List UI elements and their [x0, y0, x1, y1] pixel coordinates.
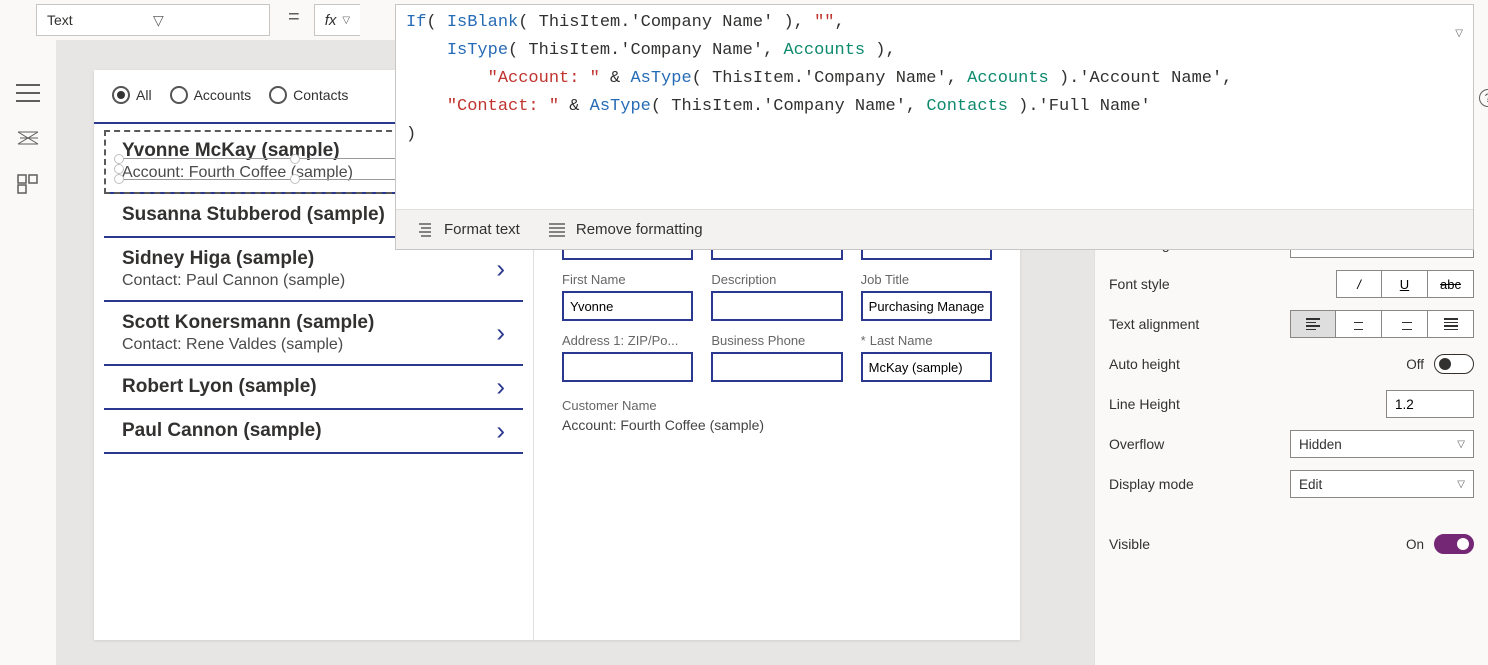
chevron-down-icon: ▽	[1457, 439, 1465, 450]
prop-lineheight-label: Line Height	[1109, 396, 1386, 412]
gallery-item-title: Paul Cannon (sample)	[122, 420, 515, 442]
prop-fontstyle-group: / U abc	[1336, 270, 1474, 298]
radio-icon	[112, 86, 130, 104]
strikethrough-button[interactable]: abc	[1428, 270, 1474, 298]
radio-icon	[170, 86, 188, 104]
remove-formatting-icon	[548, 223, 566, 237]
chevron-down-icon: ▽	[153, 12, 259, 29]
gallery-item-title: Scott Konersmann (sample)	[122, 312, 515, 334]
prop-overflow-select[interactable]: Hidden ▽	[1290, 430, 1474, 458]
fx-button[interactable]: fx ▽	[314, 4, 360, 36]
chevron-down-icon: ▽	[1457, 479, 1465, 490]
chevron-right-icon: ›	[496, 254, 505, 285]
form-field-input[interactable]	[711, 291, 842, 321]
form-field-input[interactable]	[562, 352, 693, 382]
customer-name-value: Account: Fourth Coffee (sample)	[562, 417, 992, 433]
form-field-label: First Name	[562, 272, 693, 287]
property-selector-value: Text	[47, 12, 153, 28]
filter-radio-contacts-label: Contacts	[293, 87, 348, 103]
form-field-label: Job Title	[861, 272, 992, 287]
prop-autoheight-label: Auto height	[1109, 356, 1406, 372]
align-left-button[interactable]	[1290, 310, 1336, 338]
filter-radio-all-label: All	[136, 87, 152, 103]
property-selector[interactable]: Text ▽	[36, 4, 270, 36]
components-icon[interactable]	[17, 174, 39, 194]
prop-textalign-label: Text alignment	[1109, 316, 1290, 332]
chevron-right-icon: ›	[496, 372, 505, 403]
prop-overflow-value: Hidden	[1299, 437, 1342, 452]
equals-sign: =	[288, 6, 300, 29]
left-rail	[0, 40, 56, 665]
filter-radio-contacts[interactable]: Contacts	[269, 86, 348, 104]
prop-fontstyle-label: Font style	[1109, 276, 1336, 292]
prop-visible-label: Visible	[1109, 536, 1406, 552]
format-text-label: Format text	[444, 221, 520, 238]
form-field-input[interactable]	[562, 291, 693, 321]
form-field: Job Title	[861, 272, 992, 321]
tree-view-icon[interactable]	[17, 128, 39, 148]
customer-name-block: Customer Name Account: Fourth Coffee (sa…	[562, 398, 992, 433]
format-text-icon	[416, 223, 434, 237]
gallery-item-title: Sidney Higa (sample)	[122, 248, 515, 270]
align-justify-button[interactable]	[1428, 310, 1474, 338]
hamburger-icon[interactable]	[16, 84, 40, 102]
chevron-down-icon: ▽	[342, 15, 350, 26]
prop-displaymode-value: Edit	[1299, 477, 1322, 492]
prop-displaymode-label: Display mode	[1109, 476, 1290, 492]
italic-button[interactable]: /	[1336, 270, 1382, 298]
form-field-label: Description	[711, 272, 842, 287]
form-field: *Last Name	[861, 333, 992, 382]
format-text-button[interactable]: Format text	[416, 221, 520, 238]
gallery-item-title: Robert Lyon (sample)	[122, 376, 515, 398]
chevron-right-icon: ›	[496, 318, 505, 349]
fx-label: fx	[325, 12, 337, 29]
form-field-input[interactable]	[861, 291, 992, 321]
customer-name-label: Customer Name	[562, 398, 992, 413]
remove-formatting-label: Remove formatting	[576, 221, 703, 238]
form-field-input[interactable]	[711, 352, 842, 382]
form-field-label: Address 1: ZIP/Po...	[562, 333, 693, 348]
form-field: Address 1: ZIP/Po...	[562, 333, 693, 382]
filter-radio-accounts-label: Accounts	[194, 87, 252, 103]
form-field-label: Business Phone	[711, 333, 842, 348]
prop-textalign-group	[1290, 310, 1474, 338]
gallery-item[interactable]: Paul Cannon (sample)›	[104, 410, 523, 454]
formula-bar[interactable]: If( IsBlank( ThisItem.'Company Name' ), …	[396, 5, 1473, 209]
form-field: First Name	[562, 272, 693, 321]
filter-radio-accounts[interactable]: Accounts	[170, 86, 252, 104]
prop-visible-value: On	[1406, 537, 1424, 552]
prop-displaymode-select[interactable]: Edit ▽	[1290, 470, 1474, 498]
gallery-item[interactable]: Scott Konersmann (sample) Contact: Rene V…	[104, 302, 523, 366]
form-field: Description	[711, 272, 842, 321]
chevron-right-icon: ›	[496, 416, 505, 447]
remove-formatting-button[interactable]: Remove formatting	[548, 221, 703, 238]
gallery-item[interactable]: Robert Lyon (sample)›	[104, 366, 523, 410]
prop-overflow-label: Overflow	[1109, 436, 1290, 452]
formula-collapse-icon[interactable]: ▽	[1455, 21, 1463, 49]
radio-icon	[269, 86, 287, 104]
align-center-button[interactable]	[1336, 310, 1382, 338]
filter-radio-all[interactable]: All	[112, 86, 152, 104]
form-field-input[interactable]	[861, 352, 992, 382]
gallery-item-subtitle: Contact: Rene Valdes (sample)	[122, 336, 515, 354]
prop-visible-toggle[interactable]	[1434, 534, 1474, 554]
prop-lineheight-input[interactable]	[1386, 390, 1474, 418]
prop-autoheight-toggle[interactable]	[1434, 354, 1474, 374]
gallery-item-subtitle: Contact: Paul Cannon (sample)	[122, 272, 515, 290]
align-right-button[interactable]	[1382, 310, 1428, 338]
form-field: Business Phone	[711, 333, 842, 382]
prop-autoheight-value: Off	[1406, 357, 1424, 372]
form-field-label: *Last Name	[861, 333, 992, 348]
underline-button[interactable]: U	[1382, 270, 1428, 298]
